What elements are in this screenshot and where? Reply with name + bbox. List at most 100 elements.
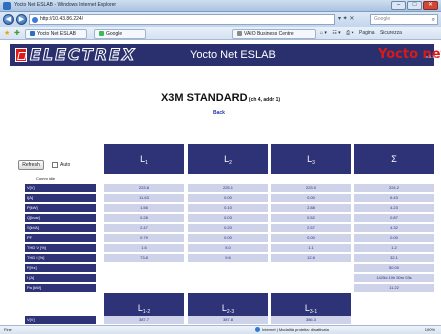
table-cell: 387.7 (104, 316, 184, 324)
table-cell: 0.00 (188, 194, 268, 202)
tab-yocto-label: Yocto Net ESLAB (37, 31, 77, 37)
ie-app-icon (3, 2, 11, 10)
status-text: Fine (4, 327, 12, 332)
security-zone: Internet | Modalità protetta: disattivat… (255, 326, 329, 334)
row-label: Q[kvar] (25, 214, 96, 222)
column-header-2-sub: 2 (229, 160, 232, 166)
table-cell: 0.87 (354, 214, 434, 222)
column-header-3-sub: 3 (312, 160, 315, 166)
table-cell: 4.32 (354, 224, 434, 232)
minimize-button[interactable]: – (391, 1, 406, 10)
column-header-4-base: Σ (391, 154, 397, 164)
page-icon (32, 17, 38, 23)
close-button[interactable]: ✕ (423, 1, 438, 10)
line-header-3-sub: 3-1 (309, 309, 318, 315)
search-icon[interactable]: ⌕ (432, 16, 435, 25)
table-cell: 0.10 (188, 204, 268, 212)
table-cell: 0.00 (271, 194, 351, 202)
tab-vaio-icon (237, 31, 242, 37)
window-titlebar: Yocto Net ESLAB - Windows Internet Explo… (0, 0, 441, 12)
page-menu[interactable]: Pagina (359, 30, 375, 36)
column-header-3: L3 (271, 144, 351, 174)
table-cell: 32.1 (354, 254, 434, 262)
table-cell: 1425d 10h 50m 03s (354, 274, 434, 282)
column-header-1: L1 (104, 144, 184, 174)
row-label: P[kW] (25, 204, 96, 212)
feeds-icon[interactable]: ☷ ▾ (332, 30, 340, 36)
search-input[interactable]: Google ⌕ (370, 14, 438, 25)
table-cell: 386.3 (271, 316, 351, 324)
row-label: V[V] (25, 316, 96, 324)
address-bar: ◀ ▶ http://10.43.86.224/ ▾ ✦ ✕ Google ⌕ (0, 12, 441, 27)
table-cell: 0.28 (104, 214, 184, 222)
table-cell: 1.6 (104, 244, 184, 252)
row-label: V[V] (25, 184, 96, 192)
tab-google[interactable]: Google (94, 29, 146, 39)
favorites-bar: ★ ✚ Yocto Net ESLAB Google VAIO Business… (0, 27, 441, 40)
home-icon[interactable]: ⌂ ▾ (320, 30, 327, 36)
table-cell: 223.0 (271, 184, 351, 192)
back-button[interactable]: ◀ (3, 14, 14, 25)
column-header-4: Σ (354, 144, 434, 174)
row-label: THD V [%] (25, 244, 96, 252)
row-label: I [A] (25, 274, 96, 282)
table-cell: 224.2 (354, 184, 434, 192)
url-input[interactable]: http://10.43.86.224/ (29, 14, 335, 25)
table-cell: 50.00 (354, 264, 434, 272)
table-cell: 225.1 (188, 184, 268, 192)
table-cell: 0.00 (188, 234, 268, 242)
row-label: PF (25, 234, 96, 242)
window-title: Yocto Net ESLAB - Windows Internet Explo… (14, 2, 117, 8)
print-icon[interactable]: ⎙ ▾ (346, 30, 354, 36)
table-cell: 12.8 (271, 254, 351, 262)
status-bar: Fine Internet | Modalità protetta: disat… (0, 325, 441, 334)
table-cell: 223.8 (104, 184, 184, 192)
row-label: I[A] (25, 194, 96, 202)
table-cell: 0.03 (188, 214, 268, 222)
row-label: F[Hz] (25, 264, 96, 272)
row-label: Pa [kW] (25, 284, 96, 292)
row-label: THD I [%] (25, 254, 96, 262)
table-cell: 6.43 (354, 194, 434, 202)
measurements-table: L1 L2 L3 Σ V[V] 223.8 225.1 223.0 224.2 I[A] 11.63… (0, 40, 441, 325)
table-cell: 2.88 (271, 204, 351, 212)
tab-yocto[interactable]: Yocto Net ESLAB (25, 29, 87, 39)
security-zone-label: Internet | Modalità protetta: disattivat… (262, 327, 329, 332)
table-cell: 0.00 (271, 234, 351, 242)
table-cell: 2.47 (104, 224, 184, 232)
table-cell: 5.0 (188, 244, 268, 252)
tab-google-icon (99, 31, 104, 37)
maximize-button[interactable]: □ (407, 1, 422, 10)
table-cell: 73.8 (104, 254, 184, 262)
tab-yocto-icon (30, 31, 35, 37)
table-cell: 387.8 (188, 316, 268, 324)
table-cell: 1.1 (271, 244, 351, 252)
line-header-2-sub: 2-3 (226, 309, 235, 315)
tab-google-label: Google (106, 31, 123, 37)
page-content: ELECTREX Yocto Net ESLAB Yocto net v.1.1… (0, 40, 441, 325)
line-header-1-sub: 1-2 (142, 309, 151, 315)
table-cell: 4.23 (354, 204, 434, 212)
table-cell: 11.22 (354, 284, 434, 292)
table-cell: 2.57 (271, 224, 351, 232)
table-cell: 1.56 (104, 204, 184, 212)
window-controls: – □ ✕ (391, 1, 438, 10)
forward-button[interactable]: ▶ (16, 14, 27, 25)
add-favorite-icon[interactable]: ✚ (14, 29, 20, 37)
table-cell: 0.20 (188, 224, 268, 232)
table-cell: 0.79 (104, 234, 184, 242)
toolbar-commands: ⌂ ▾ ☷ ▾ ⎙ ▾ Pagina Sicurezza (320, 30, 406, 36)
table-cell: 0.52 (271, 214, 351, 222)
table-cell: 11.63 (104, 194, 184, 202)
favorites-star-icon[interactable]: ★ (4, 29, 10, 37)
tab-vaio-label: VAIO Business Centre (244, 31, 294, 37)
column-header-2: L2 (188, 144, 268, 174)
zoom-level[interactable]: 100% (425, 326, 435, 334)
url-controls[interactable]: ▾ ✦ ✕ (338, 15, 354, 22)
safety-menu[interactable]: Sicurezza (380, 30, 402, 36)
table-cell: 9.6 (188, 254, 268, 262)
search-placeholder: Google (374, 16, 391, 22)
row-label: S[kVA] (25, 224, 96, 232)
column-header-1-sub: 1 (145, 160, 148, 166)
tab-vaio[interactable]: VAIO Business Centre (232, 29, 316, 39)
